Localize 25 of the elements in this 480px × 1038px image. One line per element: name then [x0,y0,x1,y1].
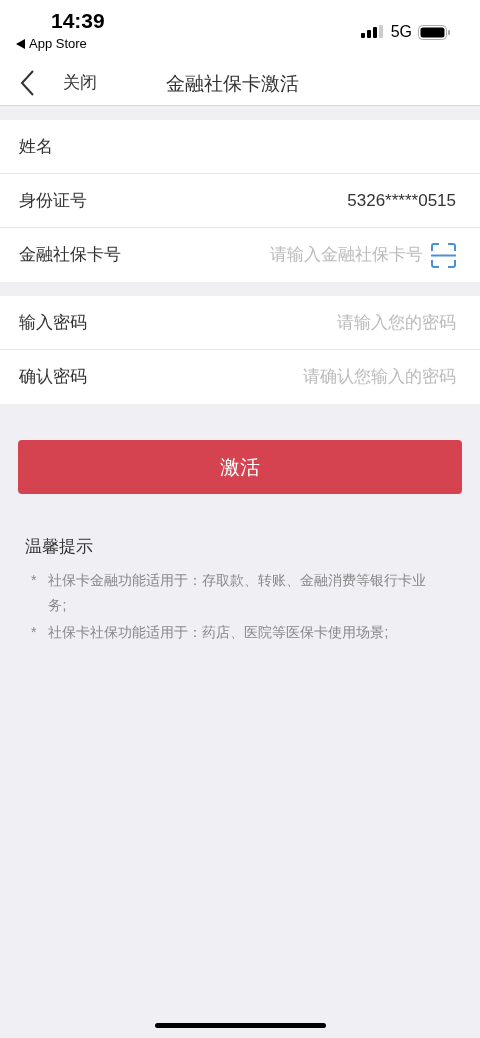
back-app-link[interactable]: App Store [29,37,87,50]
input-field[interactable]: 请确认您输入的密码 [87,364,456,390]
tip-text: 社保卡金融功能适用于：存取款、转账、金融消费等银行卡业务; [48,570,428,615]
activate-button[interactable]: 激活 [18,440,462,494]
status-time: 14:39 [50,10,105,31]
field-label: 输入密码 [19,311,87,334]
tips-title: 温馨提示 [25,536,94,558]
tip-bullet: * [31,570,37,590]
field-label: 确认密码 [19,366,87,389]
page-title: 金融社保卡激活 [166,72,299,96]
close-link[interactable]: 关闭 [63,69,97,96]
battery-icon [418,24,450,40]
back-chevron-icon [20,69,34,96]
field-label: 身份证号 [19,189,87,212]
back-triangle-icon[interactable] [16,38,25,49]
scan-icon[interactable] [431,242,456,268]
field-label: 金融社保卡号 [19,244,121,267]
field-label: 姓名 [19,135,53,158]
input-field[interactable]: 请输入金融社保卡号 [121,242,423,268]
tip-text: 社保卡社保功能适用于：药店、医院等医保卡使用场景; [48,622,390,642]
signal-icon [360,25,385,39]
id-number-value: 5326*****0515 [347,189,456,212]
network-label: 5G [390,24,412,40]
tip-bullet: * [31,622,37,642]
input-field[interactable]: 请输入您的密码 [87,309,456,336]
